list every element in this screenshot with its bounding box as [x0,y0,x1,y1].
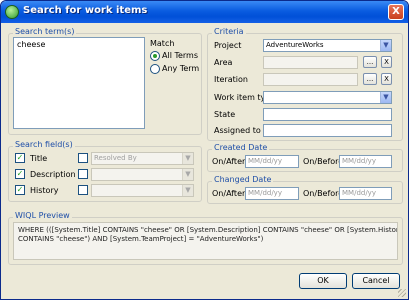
extra-field-select-1-value: Resolved By [94,154,137,162]
wiql-preview-text: WHERE (([System.Title] CONTAINS "cheese"… [13,222,398,260]
criteria-label: Criteria [212,27,246,36]
created-on-after-placeholder: MM/dd/yy [248,157,282,165]
changed-on-after-input[interactable]: MM/dd/yy [245,187,299,200]
title-field-label[interactable]: Title [30,154,47,163]
wiql-line-1: WHERE (([System.Title] CONTAINS "cheese"… [18,226,398,234]
extra-field-checkbox-1[interactable] [78,153,88,163]
project-value: AdventureWorks [266,41,324,49]
created-on-after-input[interactable]: MM/dd/yy [245,155,299,168]
chevron-down-icon: ▼ [380,92,391,103]
resize-grip[interactable] [398,289,406,297]
created-on-after-label: On/After [212,157,246,166]
ok-button[interactable]: OK [299,273,347,289]
assigned-to-field[interactable] [263,124,392,137]
all-terms-radio[interactable] [150,51,160,61]
wiql-preview-label: WIQL Preview [13,211,72,220]
match-label: Match [150,39,175,48]
changed-on-before-placeholder: MM/dd/yy [342,189,376,197]
area-clear-button[interactable]: X [381,56,392,68]
project-select[interactable]: AdventureWorks ▼ [263,39,392,52]
state-field[interactable] [263,108,392,121]
close-button[interactable]: X [388,4,404,20]
work-item-type-select[interactable]: ▼ [263,91,392,104]
iteration-field [263,73,358,86]
state-label: State [214,110,236,119]
chevron-down-icon: ▼ [182,185,193,196]
changed-on-after-label: On/After [212,189,246,198]
search-terms-input[interactable]: cheese [13,37,145,129]
created-on-before-label: On/Before [303,157,344,166]
chevron-down-icon: ▼ [182,169,193,180]
created-on-before-input[interactable]: MM/dd/yy [339,155,392,168]
area-field [263,56,358,69]
created-date-label: Created Date [212,143,270,152]
project-label: Project [214,41,242,50]
app-icon [5,5,19,19]
search-fields-label: Search field(s) [13,140,75,149]
history-checkbox[interactable]: ✓ [15,185,25,195]
iteration-clear-button[interactable]: X [381,73,392,85]
any-term-label[interactable]: Any Term [162,64,199,73]
extra-field-checkbox-2[interactable] [78,169,88,179]
extra-field-select-1[interactable]: Resolved By ▼ [91,152,194,165]
search-terms-label: Search term(s) [13,27,77,36]
all-terms-label[interactable]: All Terms [162,51,198,60]
description-checkbox[interactable]: ✓ [15,169,25,179]
assigned-to-label: Assigned to [214,126,261,135]
extra-field-select-2[interactable]: ▼ [91,168,194,181]
any-term-radio[interactable] [150,64,160,74]
description-field-label[interactable]: Description [30,170,76,179]
iteration-label: Iteration [214,75,248,84]
history-field-label[interactable]: History [30,186,58,195]
iteration-browse-button[interactable]: ... [363,73,377,85]
title-bar[interactable]: Search for work items X [1,1,408,23]
changed-on-after-placeholder: MM/dd/yy [248,189,282,197]
chevron-down-icon: ▼ [182,153,193,164]
changed-date-label: Changed Date [212,175,274,184]
chevron-down-icon: ▼ [380,40,391,51]
wiql-line-2: CONTAINS "cheese") AND [System.TeamProje… [18,235,264,243]
title-checkbox[interactable]: ✓ [15,153,25,163]
changed-on-before-input[interactable]: MM/dd/yy [339,187,392,200]
window-title: Search for work items [23,5,148,16]
cancel-button[interactable]: Cancel [352,273,400,289]
extra-field-select-3[interactable]: ▼ [91,184,194,197]
changed-on-before-label: On/Before [303,189,344,198]
extra-field-checkbox-3[interactable] [78,185,88,195]
area-browse-button[interactable]: ... [363,56,377,68]
created-on-before-placeholder: MM/dd/yy [342,157,376,165]
search-dialog: Search for work items X Search term(s) c… [0,0,409,300]
area-label: Area [214,58,233,67]
